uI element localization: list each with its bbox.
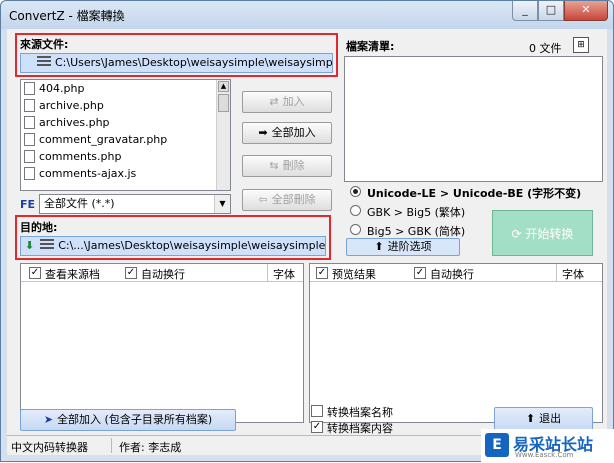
convert-name-label: 转换档案名称	[327, 406, 393, 419]
destination-path-bar[interactable]: ⬇ C:\...\James\Desktop\weisaysimple\weisa…	[20, 236, 326, 256]
file-count: 0 文件	[529, 42, 562, 55]
add-all-button[interactable]: ➡ 全部加入	[242, 122, 332, 144]
convert-content-checkbox[interactable]: ✓	[311, 421, 323, 433]
play-arrow-icon: ➤	[43, 413, 54, 426]
file-icon	[24, 116, 35, 129]
exit-button[interactable]: ⬆ 退出	[494, 407, 593, 431]
client-area: 來源文件: C:\Users\James\Desktop\weisaysimpl…	[7, 29, 607, 455]
file-icon	[24, 99, 35, 112]
target-file-list[interactable]	[344, 56, 603, 182]
file-name: comment_gravatar.php	[39, 133, 168, 146]
preview-checkbox[interactable]: ✓	[316, 267, 328, 279]
header-separator	[267, 264, 268, 281]
left-auto-wrap-checkbox[interactable]: ✓	[125, 267, 137, 279]
source-path-bar[interactable]: C:\Users\James\Desktop\weisaysimple\weis…	[20, 53, 333, 73]
advanced-options-button[interactable]: ⬆ 进阶选项	[346, 238, 460, 256]
source-file-list[interactable]: 404.php archive.php archives.php comment_gr…	[20, 79, 231, 191]
file-name: 404.php	[39, 82, 85, 95]
result-preview-panel[interactable]: ✓ 预览结果 ✓ 自动换行 字体	[309, 263, 603, 423]
option-gbk-big5-label: GBK > Big5 (繁体)	[367, 206, 466, 219]
view-source-checkbox[interactable]: ✓	[29, 267, 41, 279]
source-preview-panel[interactable]: ✓ 查看来源档 ✓ 自动换行 字体	[20, 263, 304, 423]
scroll-up-icon[interactable]: ▲	[218, 81, 229, 92]
file-icon	[24, 167, 35, 180]
file-filter-value: 全部文件 (*.*)	[44, 197, 115, 210]
site-logo-icon: E	[485, 433, 509, 457]
site-watermark: E 易采站长站 Www.Easck.Com	[481, 429, 614, 463]
status-separator	[111, 438, 112, 453]
folder-tree-icon	[37, 56, 51, 68]
title-bar[interactable]: ConvertZ - 檔案轉換 _ □ ✕	[1, 1, 613, 29]
folder-tree-icon	[40, 239, 55, 251]
file-list-item[interactable]: archives.php	[21, 114, 230, 131]
chevron-down-icon[interactable]: ▼	[214, 195, 230, 213]
file-list-rows: 404.php archive.php archives.php comment_gr…	[21, 80, 230, 182]
filter-badge: FE	[20, 198, 36, 211]
file-list-item[interactable]: 404.php	[21, 80, 230, 97]
arrow-down-icon[interactable]: ⬇	[25, 239, 34, 252]
file-name: archive.php	[39, 99, 104, 112]
status-author: 作者: 李志成	[119, 441, 182, 454]
status-app-name: 中文内码转换器	[11, 441, 88, 454]
source-path: C:\Users\James\Desktop\weisaysimple\weis…	[55, 56, 333, 69]
file-icon	[24, 82, 35, 95]
radio-big5-gbk[interactable]	[350, 224, 361, 235]
convert-content-label: 转换档案内容	[327, 422, 393, 435]
view-source-label: 查看来源档	[45, 268, 100, 281]
start-convert-button[interactable]: ⟳ 开始转换	[492, 210, 593, 256]
refresh-icon: ⟳	[511, 227, 526, 241]
left-font-button[interactable]: 字体	[273, 266, 295, 282]
arrow-left-icon: ⇦	[258, 193, 268, 206]
header-separator	[556, 264, 557, 281]
convert-name-checkbox[interactable]	[311, 405, 323, 417]
source-label: 來源文件:	[20, 38, 69, 51]
delete-all-button[interactable]: ⇦ 全部刪除	[242, 189, 332, 211]
arrow-up-icon: ⬆	[374, 240, 384, 253]
add-button[interactable]: ⇄ 加入	[242, 91, 332, 113]
option-unicode-label: Unicode-LE > Unicode-BE (字形不变)	[367, 187, 582, 200]
right-auto-wrap-checkbox[interactable]: ✓	[414, 267, 426, 279]
result-preview-header: ✓ 预览结果 ✓ 自动换行 字体	[310, 264, 602, 282]
close-button[interactable]: ✕	[564, 1, 608, 21]
radio-unicode[interactable]	[350, 186, 361, 197]
preview-label: 预览结果	[332, 268, 376, 281]
file-name: comments.php	[39, 150, 122, 163]
file-list-item[interactable]: comments-ajax.js	[21, 165, 230, 182]
option-big5-gbk-label: Big5 > GBK (简体)	[367, 225, 466, 238]
file-list-item[interactable]: comments.php	[21, 148, 230, 165]
destination-label: 目的地:	[20, 221, 58, 234]
file-icon	[24, 150, 35, 163]
maximize-button[interactable]: □	[538, 1, 564, 21]
file-name: archives.php	[39, 116, 110, 129]
source-preview-header: ✓ 查看来源档 ✓ 自动换行 字体	[21, 264, 303, 282]
file-list-item[interactable]: archive.php	[21, 97, 230, 114]
radio-gbk-big5[interactable]	[350, 205, 361, 216]
file-list-item[interactable]: comment_gravatar.php	[21, 131, 230, 148]
minimize-button[interactable]: _	[512, 1, 538, 21]
add-icon: ⇄	[269, 95, 279, 108]
window-title: ConvertZ - 檔案轉換	[9, 9, 125, 23]
right-auto-wrap-label: 自动换行	[430, 268, 474, 281]
destination-path: C:\...\James\Desktop\weisaysimple\weisay…	[58, 239, 326, 252]
right-font-button[interactable]: 字体	[562, 266, 584, 282]
main-window: ConvertZ - 檔案轉換 _ □ ✕ 來源文件: C:\Users\Jam…	[0, 0, 614, 463]
site-url: Www.Easck.Com	[515, 451, 574, 459]
arrow-right-icon: ➡	[258, 126, 268, 139]
file-filter-select[interactable]: 全部文件 (*.*) ▼	[39, 194, 231, 214]
file-list-icon[interactable]: ⊞	[573, 37, 589, 53]
scroll-thumb[interactable]	[218, 94, 229, 112]
add-all-subfolders-button[interactable]: ➤ 全部加入 (包含子目录所有档案)	[20, 409, 236, 431]
file-list-scrollbar[interactable]: ▲	[216, 80, 230, 190]
exit-arrow-icon: ⬆	[525, 412, 536, 425]
delete-button[interactable]: ⇆ 刪除	[242, 155, 332, 177]
delete-icon: ⇆	[269, 159, 279, 172]
file-name: comments-ajax.js	[39, 167, 137, 180]
file-icon	[24, 133, 35, 146]
file-list-label: 檔案清單:	[346, 40, 395, 53]
left-auto-wrap-label: 自动换行	[141, 268, 185, 281]
